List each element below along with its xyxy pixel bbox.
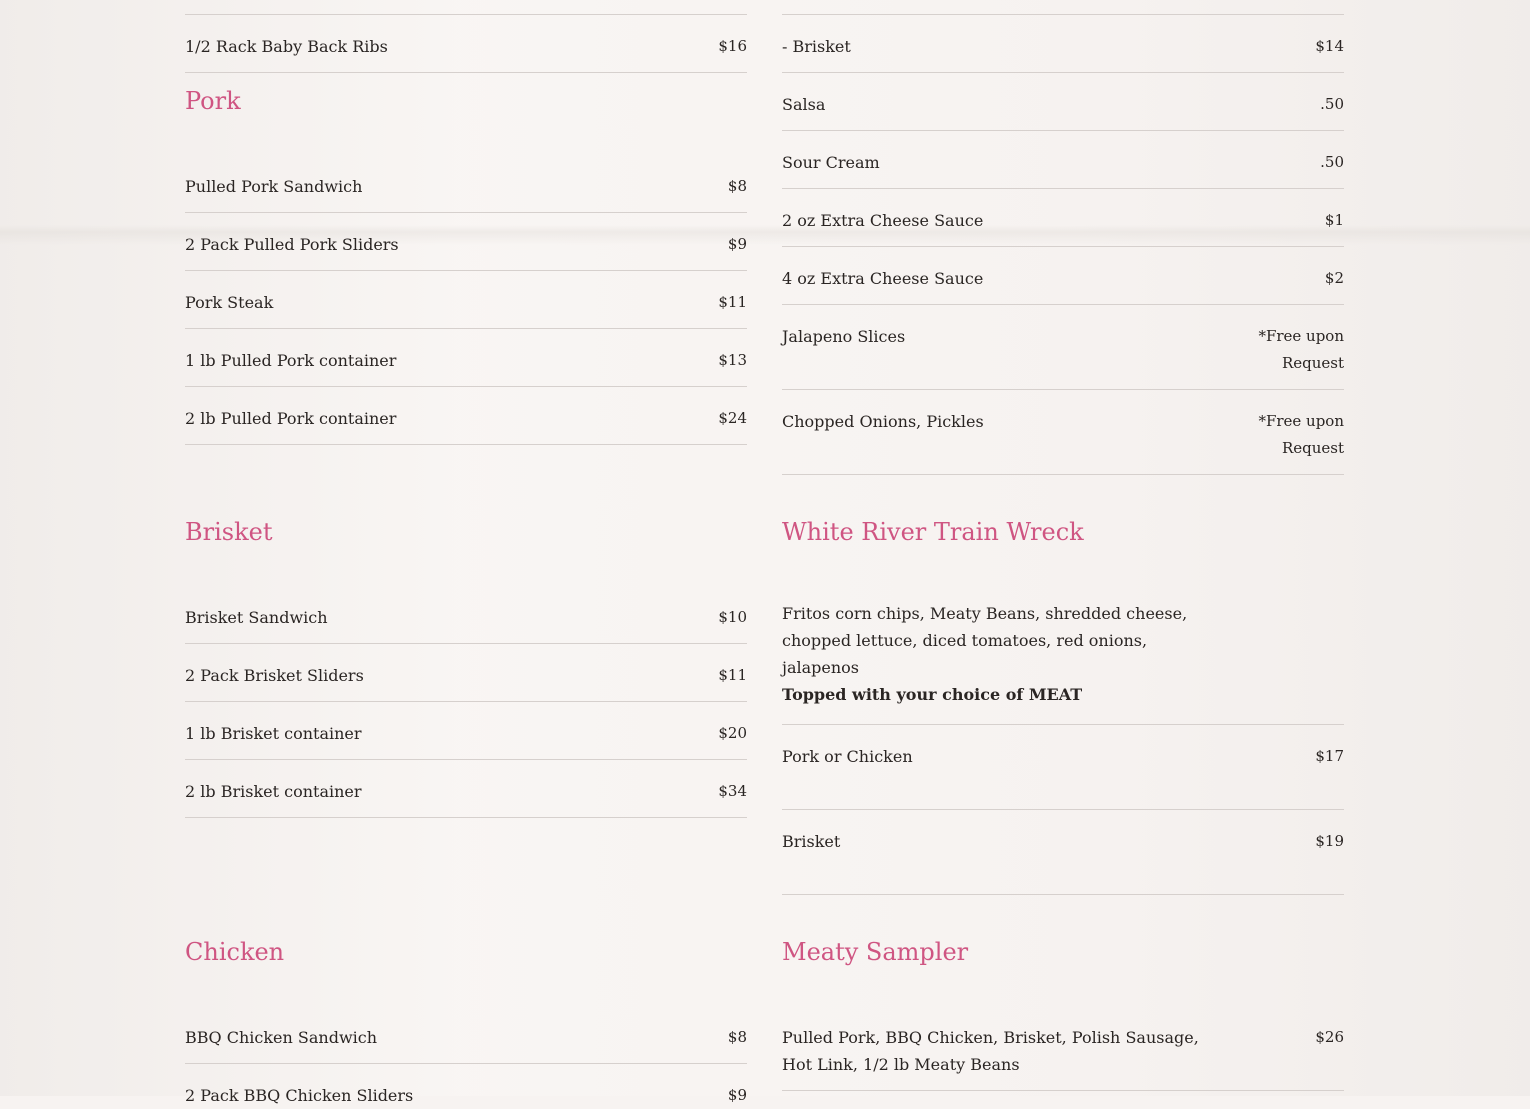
menu-item-name: Jalapeno Slices xyxy=(782,327,906,346)
menu-item-name: 2 lb Brisket container xyxy=(185,782,362,801)
menu-item-name: Pulled Pork, BBQ Chicken, Brisket, Polis… xyxy=(782,1028,1199,1074)
menu-item-price: $9 xyxy=(727,235,747,253)
menu-item-price: $17 xyxy=(1315,747,1344,765)
menu-item-price: .50 xyxy=(1320,153,1344,171)
menu-item-name: Brisket xyxy=(782,832,841,851)
section-title-chicken: Chicken xyxy=(185,938,285,966)
addon-item: 4 oz Extra Cheese Sauce $2 xyxy=(782,246,1344,305)
menu-item-price: $24 xyxy=(718,409,747,427)
section-title-train-wreck: White River Train Wreck xyxy=(782,518,1084,546)
menu-item-name: Salsa xyxy=(782,95,826,114)
menu-item-price: $16 xyxy=(718,37,747,55)
menu-item-name: 2 oz Extra Cheese Sauce xyxy=(782,211,984,230)
section-title-sampler: Meaty Sampler xyxy=(782,938,969,966)
addon-item: Jalapeno Slices *Free upon Request xyxy=(782,304,1344,390)
menu-item-name: Sour Cream xyxy=(782,153,880,172)
menu-item-price: $11 xyxy=(718,293,747,311)
menu-item: 2 Pack Brisket Sliders $11 xyxy=(185,643,747,702)
menu-item: Brisket $19 xyxy=(782,809,1344,895)
menu-item-price: $13 xyxy=(718,351,747,369)
menu-item-price: $2 xyxy=(1324,269,1344,287)
menu-item-name: 1/2 Rack Baby Back Ribs xyxy=(185,37,388,56)
section-description: Fritos corn chips, Meaty Beans, shredded… xyxy=(782,600,1222,708)
menu-item-price: $20 xyxy=(718,724,747,742)
menu-item: Brisket Sandwich $10 xyxy=(185,585,747,644)
menu-item-name: 2 Pack Brisket Sliders xyxy=(185,666,364,685)
menu-item-name: Brisket Sandwich xyxy=(185,608,328,627)
addon-item: Chopped Onions, Pickles *Free upon Reque… xyxy=(782,389,1344,475)
menu-item-price: $8 xyxy=(727,1028,747,1046)
menu-item-price: *Free upon Request xyxy=(1258,412,1344,457)
menu-item-price: $1 xyxy=(1324,211,1344,229)
menu-item-price: $10 xyxy=(718,608,747,626)
menu-item-price: .50 xyxy=(1320,95,1344,113)
description-bold-text: Topped with your choice of MEAT xyxy=(782,685,1083,704)
menu-item: 2 Pack BBQ Chicken Sliders $9 xyxy=(185,1063,747,1105)
menu-item: Pork Steak $11 xyxy=(185,270,747,329)
section-title-pork: Pork xyxy=(185,87,241,115)
description-text: Fritos corn chips, Meaty Beans, shredded… xyxy=(782,604,1188,677)
menu-item: 2 Pack Pulled Pork Sliders $9 xyxy=(185,212,747,271)
menu-item-name: Pork or Chicken xyxy=(782,747,913,766)
addon-item: 2 oz Extra Cheese Sauce $1 xyxy=(782,188,1344,247)
menu-item-ribs: 1/2 Rack Baby Back Ribs $16 xyxy=(185,14,747,73)
menu-item-name: - Brisket xyxy=(782,37,851,56)
menu-item: Pulled Pork, BBQ Chicken, Brisket, Polis… xyxy=(782,1005,1344,1091)
menu-item-name: Pork Steak xyxy=(185,293,274,312)
menu-item-price: $19 xyxy=(1315,832,1344,850)
menu-item: 1 lb Pulled Pork container $13 xyxy=(185,328,747,387)
addon-item: - Brisket $14 xyxy=(782,14,1344,73)
menu-item-name: 2 Pack Pulled Pork Sliders xyxy=(185,235,399,254)
menu-item: BBQ Chicken Sandwich $8 xyxy=(185,1005,747,1064)
menu-item-name: 4 oz Extra Cheese Sauce xyxy=(782,269,984,288)
menu-item-name: Chopped Onions, Pickles xyxy=(782,412,984,431)
menu-item: 2 lb Pulled Pork container $24 xyxy=(185,386,747,445)
menu-item-price: $14 xyxy=(1315,37,1344,55)
menu-item-price: *Free upon Request xyxy=(1258,327,1344,372)
menu-item: 1 lb Brisket container $20 xyxy=(185,701,747,760)
menu-item-name: 2 lb Pulled Pork container xyxy=(185,409,397,428)
menu-item: 2 lb Brisket container $34 xyxy=(185,759,747,818)
menu-item-name: BBQ Chicken Sandwich xyxy=(185,1028,378,1047)
addon-item: Salsa .50 xyxy=(782,72,1344,131)
menu-item-name: 1 lb Brisket container xyxy=(185,724,362,743)
menu-item: Pulled Pork Sandwich $8 xyxy=(185,154,747,213)
menu-item: Pork or Chicken $17 xyxy=(782,724,1344,810)
menu-item-name: 1 lb Pulled Pork container xyxy=(185,351,397,370)
menu-item-price: $26 xyxy=(1315,1028,1344,1046)
menu-item-price: $34 xyxy=(718,782,747,800)
menu-item-name: Pulled Pork Sandwich xyxy=(185,177,363,196)
menu-item-price: $11 xyxy=(718,666,747,684)
menu-item-price: $8 xyxy=(727,177,747,195)
addon-item: Sour Cream .50 xyxy=(782,130,1344,189)
section-title-brisket: Brisket xyxy=(185,518,273,546)
